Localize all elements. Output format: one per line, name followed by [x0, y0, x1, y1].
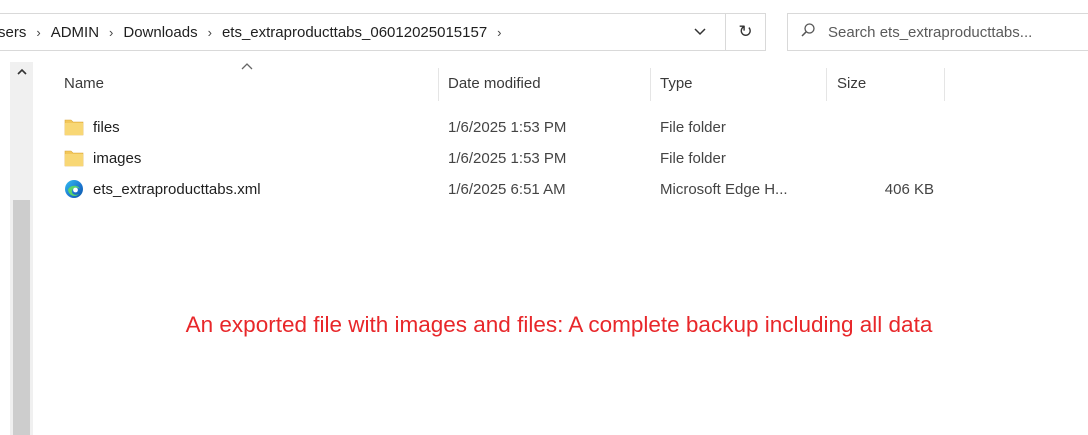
file-name: ets_extraproducttabs.xml: [93, 181, 261, 198]
column-divider[interactable]: [826, 68, 827, 101]
file-type: Microsoft Edge H...: [660, 181, 788, 198]
refresh-icon[interactable]: ↻: [726, 13, 766, 51]
address-history-chevron-down-icon[interactable]: [690, 22, 710, 42]
sort-ascending-icon: [240, 60, 254, 75]
file-date-modified: 1/6/2025 6:51 AM: [448, 181, 566, 198]
breadcrumb-separator-icon[interactable]: ›: [204, 25, 216, 40]
column-header-row: Name Date modified Type Size: [34, 62, 1088, 106]
file-row-xml[interactable]: ets_extraproducttabs.xml 1/6/2025 6:51 A…: [34, 174, 1088, 205]
file-size: [882, 112, 934, 143]
file-size: [882, 143, 934, 174]
search-input[interactable]: [828, 23, 1078, 41]
search-box[interactable]: [787, 13, 1088, 51]
column-header-size[interactable]: Size: [837, 68, 866, 106]
breadcrumb-separator-icon[interactable]: ›: [32, 25, 44, 40]
column-header-type[interactable]: Type: [660, 68, 693, 106]
breadcrumb-separator-icon[interactable]: ›: [105, 25, 117, 40]
folder-icon: [64, 150, 84, 167]
vertical-scrollbar[interactable]: [10, 62, 33, 435]
file-type: File folder: [660, 119, 726, 136]
file-name: images: [93, 150, 142, 167]
search-icon: [788, 22, 828, 42]
explorer-toolbar: sers › ADMIN › Downloads › ets_extraprod…: [0, 0, 1088, 62]
column-header-date-modified[interactable]: Date modified: [448, 68, 541, 106]
breadcrumb-admin[interactable]: ADMIN: [45, 24, 105, 41]
breadcrumb-separator-icon[interactable]: ›: [493, 25, 505, 40]
edge-icon: [65, 180, 83, 198]
annotation-caption: An exported file with images and files: …: [185, 312, 933, 337]
file-date-modified: 1/6/2025 1:53 PM: [448, 150, 567, 167]
file-row-files[interactable]: files 1/6/2025 1:53 PM File folder: [34, 112, 1088, 143]
file-type: File folder: [660, 150, 726, 167]
column-header-name[interactable]: Name: [64, 68, 104, 106]
column-divider[interactable]: [650, 68, 651, 101]
breadcrumb-downloads[interactable]: Downloads: [117, 24, 203, 41]
column-divider[interactable]: [438, 68, 439, 101]
scroll-up-icon[interactable]: [10, 64, 33, 80]
file-size: 406 KB: [884, 181, 934, 198]
breadcrumb-users[interactable]: sers: [0, 24, 32, 41]
column-divider[interactable]: [944, 68, 945, 101]
file-date-modified: 1/6/2025 1:53 PM: [448, 119, 567, 136]
folder-icon: [64, 119, 84, 136]
breadcrumb-current-folder[interactable]: ets_extraproducttabs_06012025015157: [216, 24, 493, 41]
address-bar[interactable]: sers › ADMIN › Downloads › ets_extraprod…: [0, 13, 726, 51]
file-row-images[interactable]: images 1/6/2025 1:53 PM File folder: [34, 143, 1088, 174]
file-name: files: [93, 119, 120, 136]
